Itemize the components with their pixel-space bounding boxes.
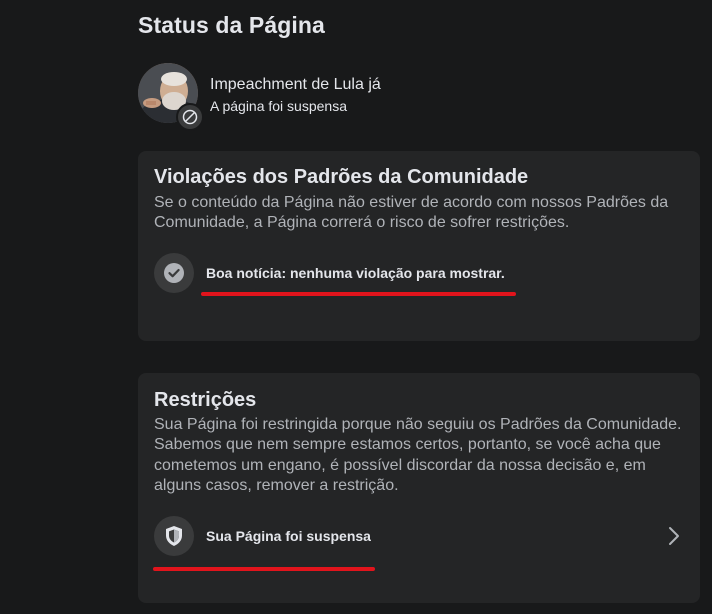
page-name[interactable]: Impeachment de Lula já — [210, 75, 381, 95]
restriction-item-text: Sua Página foi suspensa — [206, 528, 371, 544]
page-status-text: A página foi suspensa — [210, 98, 347, 114]
restrictions-title: Restrições — [154, 389, 257, 411]
chevron-right-icon[interactable] — [668, 526, 680, 546]
shield-icon — [154, 516, 194, 556]
restrictions-description: Sua Página foi restringida porque não se… — [154, 416, 682, 495]
violations-title: Violações dos Padrões da Comunidade — [154, 166, 529, 188]
violations-card: Violações dos Padrões da Comunidade Se o… — [138, 151, 700, 341]
check-circle-icon — [154, 253, 194, 293]
prohibited-icon — [182, 109, 198, 125]
violations-description: Se o conteúdo da Página não estiver de a… — [154, 194, 669, 232]
highlight-underline — [201, 292, 516, 296]
highlight-underline — [153, 567, 375, 571]
page-texts: Impeachment de Lula já A página foi susp… — [210, 75, 381, 116]
violations-status-text: Boa notícia: nenhuma violação para mostr… — [206, 265, 505, 281]
restrictions-card: Restrições Sua Página foi restringida po… — [138, 373, 700, 603]
restriction-item-row[interactable]: Sua Página foi suspensa — [154, 516, 684, 556]
avatar[interactable] — [138, 63, 204, 131]
suspended-badge — [176, 103, 204, 131]
page-status-screen: Status da Página Impeachment de Lula já … — [0, 0, 712, 614]
page-identity: Impeachment de Lula já A página foi susp… — [138, 63, 381, 131]
violations-status-row: Boa notícia: nenhuma violação para mostr… — [154, 253, 684, 293]
page-title: Status da Página — [138, 12, 325, 38]
